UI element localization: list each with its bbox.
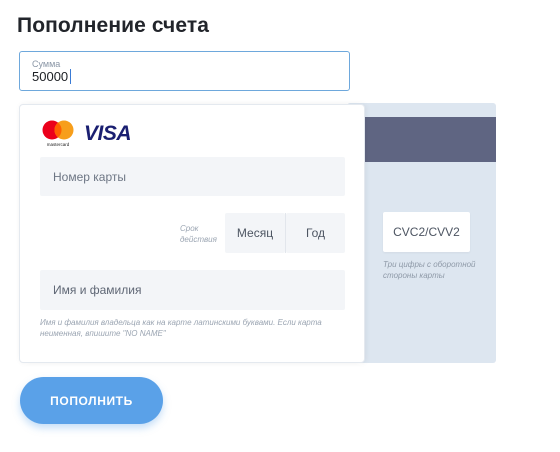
cvc-hint: Три цифры с оборотной стороны карты [383,260,476,280]
mastercard-logo: mastercard [41,120,75,150]
visa-logo: VISA [84,122,132,145]
amount-label: Сумма [32,59,61,69]
expiry-label: Срок действия [180,224,217,244]
card-back: CVC2/CVV2 Три цифры с оборотной стороны … [347,103,496,363]
expiry-year-input[interactable]: Год [286,213,345,253]
mastercard-circles-icon [42,120,74,140]
text-caret [70,69,72,84]
payment-logos: mastercard VISA [41,120,132,150]
cardholder-name-input[interactable]: Имя и фамилия [40,270,345,310]
top-up-button[interactable]: ПОПОЛНИТЬ [20,377,163,424]
page-title: Пополнение счета [17,14,210,37]
magnetic-stripe [347,117,496,162]
amount-value-text: 50000 [32,69,69,84]
expiry-month-input[interactable]: Месяц [225,213,285,253]
card-front: mastercard VISA Номер карты Срок действи… [19,104,365,363]
amount-value[interactable]: 50000 [32,69,72,84]
amount-input[interactable]: Сумма 50000 [19,51,350,91]
cvc-input[interactable]: CVC2/CVV2 [383,212,470,252]
cardholder-hint: Имя и фамилия владельца как на карте лат… [40,318,322,338]
card-number-input[interactable]: Номер карты [40,157,345,196]
mastercard-wordmark: mastercard [46,142,70,147]
